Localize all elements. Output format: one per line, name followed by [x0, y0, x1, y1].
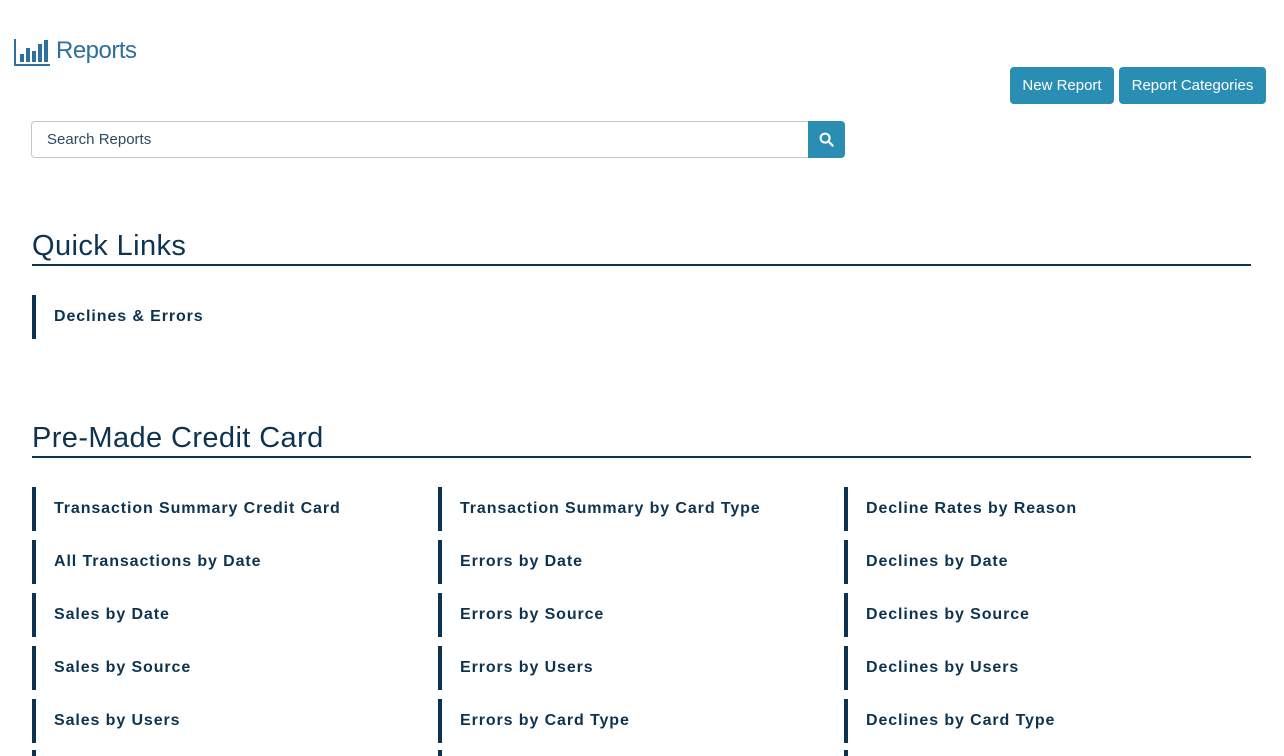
search-bar — [31, 121, 845, 158]
new-report-button[interactable]: New Report — [1010, 67, 1114, 104]
section-divider — [32, 264, 1251, 266]
quick-links-title: Quick Links — [32, 230, 187, 262]
report-link[interactable]: Transaction Summary Credit Card — [32, 487, 341, 531]
report-link[interactable]: Sales by Date — [32, 593, 170, 637]
page-title: Reports — [56, 37, 137, 64]
report-categories-button[interactable]: Report Categories — [1119, 67, 1266, 104]
search-icon — [819, 132, 834, 147]
report-link[interactable]: All Transactions by Date — [32, 540, 261, 584]
page-header: Reports — [14, 36, 137, 66]
report-link[interactable]: Errors by Source — [438, 593, 604, 637]
list-item-partial — [844, 750, 848, 756]
report-link[interactable]: Declines by Date — [844, 540, 1008, 584]
search-input[interactable] — [31, 121, 808, 158]
section-divider — [32, 456, 1251, 458]
report-link[interactable]: Sales by Users — [32, 699, 180, 743]
report-link[interactable]: Errors by Date — [438, 540, 583, 584]
list-item-partial — [32, 750, 36, 756]
report-link[interactable]: Decline Rates by Reason — [844, 487, 1077, 531]
report-link[interactable]: Transaction Summary by Card Type — [438, 487, 761, 531]
quick-link-declines-errors[interactable]: Declines & Errors — [32, 295, 204, 339]
report-link[interactable]: Errors by Card Type — [438, 699, 630, 743]
list-item-partial — [438, 750, 442, 756]
search-button[interactable] — [808, 121, 845, 158]
bar-chart-icon — [14, 39, 50, 66]
report-link[interactable]: Errors by Users — [438, 646, 594, 690]
report-link[interactable]: Declines by Card Type — [844, 699, 1055, 743]
report-link[interactable]: Declines by Source — [844, 593, 1030, 637]
premade-credit-card-title: Pre-Made Credit Card — [32, 422, 324, 454]
report-link[interactable]: Sales by Source — [32, 646, 191, 690]
report-link[interactable]: Declines by Users — [844, 646, 1019, 690]
